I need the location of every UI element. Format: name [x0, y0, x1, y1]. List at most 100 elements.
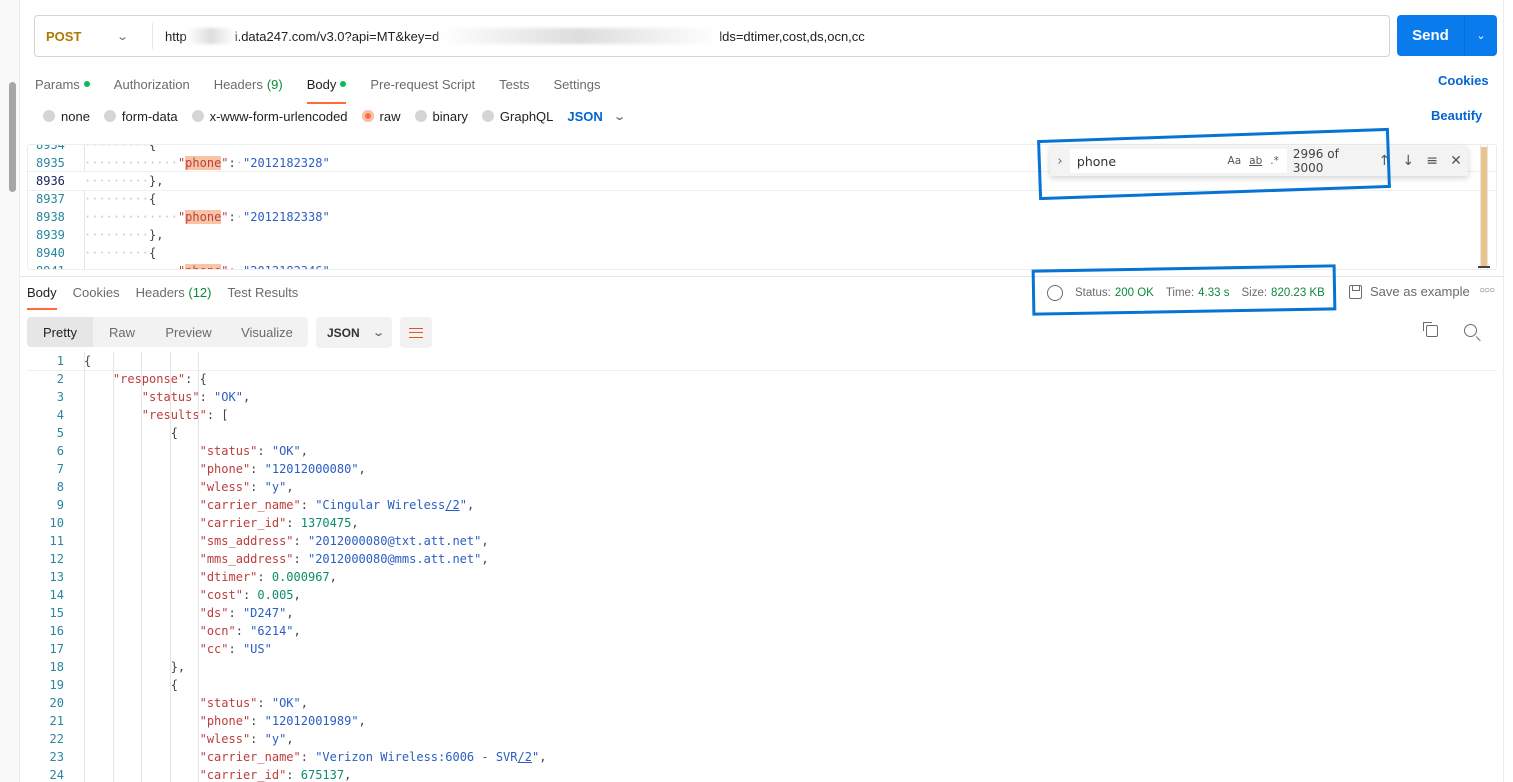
code-line: 23 "carrier_name": "Verizon Wireless:600… [27, 748, 1497, 766]
tab-label: Tests [499, 76, 530, 92]
code-line: 17 "cc": "US" [27, 640, 1497, 658]
code-line: 18 }, [27, 658, 1497, 676]
line-number: 8941 [28, 264, 84, 269]
tab-authorization[interactable]: Authorization [114, 72, 190, 96]
tab-params[interactable]: Params [35, 72, 90, 96]
send-options-button[interactable]: ⌄ [1465, 15, 1497, 56]
radio-form-data[interactable]: form-data [103, 108, 178, 124]
view-raw[interactable]: Raw [93, 317, 151, 347]
code-line: 19 { [27, 676, 1497, 694]
json-key: "ds" [199, 606, 229, 620]
json-key: "carrier_id" [199, 516, 287, 530]
json-colon: : [229, 264, 236, 269]
redacted-text: x [439, 28, 720, 44]
line-number: 14 [49, 588, 64, 602]
tab-body[interactable]: Body [306, 72, 347, 104]
json-number: 675137 [300, 768, 345, 782]
radio-label: raw [379, 108, 401, 124]
json-colon: : [228, 642, 243, 656]
more-options-icon[interactable]: ○○○ [1479, 285, 1495, 296]
indent-whitespace: ········· [84, 264, 149, 269]
wrap-lines-button[interactable] [400, 317, 432, 348]
tab-label: Authorization [113, 76, 190, 92]
tab-headers[interactable]: Headers (9) [214, 72, 283, 96]
response-body-viewer[interactable]: 1{2 "response": {3 "status": "OK", 4 "res… [27, 352, 1497, 782]
sidebar-scrollbar[interactable] [9, 82, 16, 192]
search-icon[interactable] [1464, 324, 1477, 337]
search-match: phone [185, 156, 222, 170]
line-number: 11 [49, 534, 64, 548]
code-line: 14 "cost": 0.005, [27, 586, 1497, 604]
cookies-link[interactable]: Cookies [1438, 73, 1489, 88]
code-line: 4 "results": [ [27, 406, 1497, 424]
radio-graphql[interactable]: GraphQL [481, 109, 553, 124]
radio-label: form-data [121, 108, 178, 124]
line-number: 10 [49, 516, 64, 530]
json-colon: : [286, 768, 301, 782]
radio-raw[interactable]: raw [361, 108, 401, 124]
indent-whitespace: ···· [149, 156, 178, 170]
view-preview[interactable]: Preview [151, 317, 226, 347]
copy-icon[interactable] [1423, 322, 1438, 337]
save-icon [1349, 284, 1362, 299]
json-string: "6214" [250, 624, 294, 638]
line-number: 12 [49, 552, 64, 566]
find-in-selection-icon[interactable]: ≡ [1420, 153, 1444, 169]
json-brace: }, [149, 228, 164, 242]
json-string: "2012000080@mms.att.net" [307, 552, 482, 566]
json-string: "12012000080" [264, 462, 359, 476]
json-quote: " [221, 156, 229, 170]
indent-guide [170, 352, 171, 782]
json-string: " [531, 750, 540, 764]
indent-whitespace: ········· [84, 210, 150, 224]
tab-response-headers[interactable]: Headers (12) [136, 285, 212, 301]
tab-label: Body [306, 76, 337, 92]
json-string: "OK" [214, 390, 243, 404]
radio-none[interactable]: none [43, 109, 90, 124]
wrap-lines-icon [409, 327, 423, 338]
radio-binary[interactable]: binary [414, 109, 468, 124]
code-line: 6 "status": "OK", [27, 442, 1497, 460]
tab-response-cookies[interactable]: Cookies [73, 285, 120, 301]
indent-guide [198, 352, 199, 782]
send-button[interactable]: Send [1397, 15, 1465, 56]
format-label: JSON [327, 325, 360, 340]
body-format-select[interactable]: JSON ⌄ [567, 109, 625, 124]
view-pretty[interactable]: Pretty [27, 317, 93, 347]
tab-response-body[interactable]: Body [27, 285, 57, 310]
radio-circle-icon [481, 110, 494, 122]
close-icon[interactable]: ✕ [1444, 153, 1468, 169]
code-line: 10 "carrier_id": 1370475, [27, 514, 1497, 532]
code-line: 8938 ········· ···· " phone ": · "2012182338" [28, 208, 1496, 226]
json-key: "carrier_name" [199, 498, 301, 512]
response-format-select[interactable]: JSON ⌄ [316, 317, 392, 348]
json-key: "carrier_id" [199, 768, 287, 782]
next-match-arrow-down-icon[interactable]: ↓ [1396, 153, 1420, 169]
tab-test-results[interactable]: Test Results [228, 285, 299, 301]
tab-pre-request-script[interactable]: Pre-request Script [370, 72, 475, 96]
method-select[interactable]: POST ⌄ [35, 23, 153, 49]
json-brace: }, [170, 660, 186, 674]
save-as-example-button[interactable]: Save as example [1349, 284, 1470, 299]
line-number: 8935 [36, 156, 65, 170]
tab-settings[interactable]: Settings [553, 72, 600, 96]
radio-circle-icon [414, 110, 427, 122]
json-link[interactable]: /2 [518, 750, 532, 764]
radio-urlencoded[interactable]: x-www-form-urlencoded [191, 108, 348, 124]
url-input[interactable]: httpxi.data247.com/v3.0?api=MT&key=dxlds… [153, 28, 865, 44]
json-comma: , [539, 750, 547, 764]
json-colon: : [293, 534, 308, 548]
code-line: 24 "carrier_id": 675137, [27, 766, 1497, 782]
line-number: 13 [49, 570, 64, 584]
line-number: 5 [56, 426, 64, 440]
code-line: 11 "sms_address": "2012000080@txt.att.ne… [27, 532, 1497, 550]
beautify-link[interactable]: Beautify [1431, 108, 1482, 123]
tab-tests[interactable]: Tests [499, 72, 529, 96]
json-link[interactable]: /2 [445, 498, 459, 512]
code-line: 3 "status": "OK", [27, 388, 1497, 406]
view-visualize[interactable]: Visualize [226, 317, 308, 347]
line-number: 1 [56, 354, 64, 368]
json-comma: , [344, 768, 352, 782]
radio-label: x-www-form-urlencoded [209, 108, 348, 124]
